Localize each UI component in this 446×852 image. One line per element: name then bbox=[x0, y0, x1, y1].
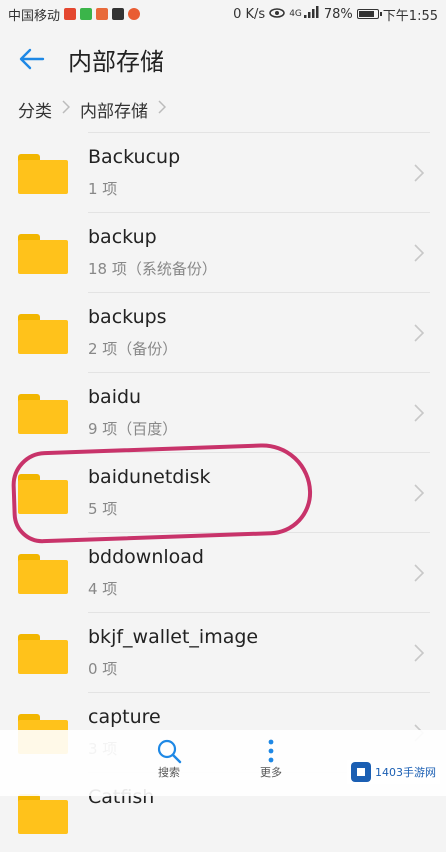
folder-meta: 1 项 bbox=[88, 180, 118, 198]
folder-name: capture bbox=[88, 706, 161, 728]
more-label: 更多 bbox=[260, 766, 282, 779]
notification-app-icon bbox=[80, 8, 93, 20]
chevron-right-icon bbox=[414, 644, 425, 666]
chevron-right-icon bbox=[414, 564, 425, 586]
folder-icon bbox=[18, 234, 68, 274]
network-speed: 0 K/s bbox=[233, 6, 266, 22]
back-button[interactable] bbox=[16, 43, 48, 75]
folder-meta: 2 项（备份） bbox=[88, 340, 178, 358]
row-divider bbox=[88, 612, 430, 613]
folder-row[interactable]: backup 18 项（系统备份） bbox=[0, 212, 446, 292]
folder-name: baidu bbox=[88, 386, 142, 408]
watermark-logo-icon bbox=[351, 762, 371, 782]
search-label: 搜索 bbox=[158, 766, 180, 779]
chevron-right-icon bbox=[62, 100, 71, 118]
notification-app-icon bbox=[96, 8, 109, 20]
row-divider bbox=[88, 212, 430, 213]
folder-name: bddownload bbox=[88, 546, 204, 568]
search-icon bbox=[157, 739, 182, 764]
annotation-circle bbox=[10, 441, 314, 545]
folder-icon bbox=[18, 314, 68, 354]
chevron-right-icon bbox=[414, 404, 425, 426]
watermark-text: 1403手游网 bbox=[375, 766, 436, 779]
page-title: 内部存储 bbox=[68, 47, 164, 76]
chevron-right-icon bbox=[414, 244, 425, 266]
folder-name: backups bbox=[88, 306, 167, 328]
chevron-right-icon bbox=[158, 100, 167, 118]
row-divider bbox=[88, 372, 430, 373]
notification-app-icon bbox=[64, 8, 77, 20]
folder-row[interactable]: bkjf_wallet_image 0 项 bbox=[0, 612, 446, 692]
watermark: 1403手游网 bbox=[347, 760, 440, 784]
folder-row[interactable]: Backucup 1 项 bbox=[0, 132, 446, 212]
folder-row[interactable]: backups 2 项（备份） bbox=[0, 292, 446, 372]
folder-meta: 18 项（系统备份） bbox=[88, 260, 217, 278]
status-left: 中国移动 bbox=[8, 5, 141, 24]
chevron-right-icon bbox=[414, 484, 425, 506]
status-right: 0 K/s 4G 78% 下午1:55 bbox=[233, 5, 438, 24]
chevron-right-icon bbox=[414, 324, 425, 346]
folder-meta: 9 项（百度） bbox=[88, 420, 178, 438]
battery-icon bbox=[356, 9, 382, 19]
search-button[interactable]: 搜索 bbox=[156, 738, 182, 780]
folder-icon bbox=[18, 554, 68, 594]
notification-app-icon bbox=[128, 8, 141, 20]
eye-icon bbox=[269, 7, 285, 22]
breadcrumb-item-internal-storage[interactable]: 内部存储 bbox=[80, 97, 148, 122]
folder-icon bbox=[18, 794, 68, 834]
signal-icon bbox=[303, 6, 320, 22]
folder-meta: 0 项 bbox=[88, 660, 118, 678]
notification-app-icon bbox=[112, 8, 125, 20]
folder-icon bbox=[18, 634, 68, 674]
breadcrumb-item-category[interactable]: 分类 bbox=[18, 97, 52, 122]
carrier-label: 中国移动 bbox=[8, 8, 61, 24]
signal-type: 4G bbox=[289, 9, 302, 19]
row-divider bbox=[88, 132, 430, 133]
row-divider bbox=[88, 292, 430, 293]
status-bar: 中国移动 0 K/s 4G 78% 下午1:55 bbox=[0, 0, 446, 28]
header: 内部存储 bbox=[0, 28, 446, 90]
folder-name: backup bbox=[88, 226, 157, 248]
folder-name: bkjf_wallet_image bbox=[88, 626, 259, 648]
more-button[interactable]: 更多 bbox=[258, 738, 284, 780]
folder-row[interactable]: baidu 9 项（百度） bbox=[0, 372, 446, 452]
back-arrow-icon bbox=[19, 48, 45, 70]
folder-icon bbox=[18, 154, 68, 194]
more-vert-icon bbox=[268, 739, 274, 763]
chevron-right-icon bbox=[414, 164, 425, 186]
folder-name: Backucup bbox=[88, 146, 181, 168]
time: 下午1:55 bbox=[382, 8, 438, 24]
breadcrumb: 分类 内部存储 bbox=[18, 94, 176, 124]
folder-row[interactable]: bddownload 4 项 bbox=[0, 532, 446, 612]
folder-icon bbox=[18, 394, 68, 434]
battery-percent: 78% bbox=[323, 6, 353, 22]
folder-meta: 4 项 bbox=[88, 580, 118, 598]
row-divider bbox=[88, 692, 430, 693]
